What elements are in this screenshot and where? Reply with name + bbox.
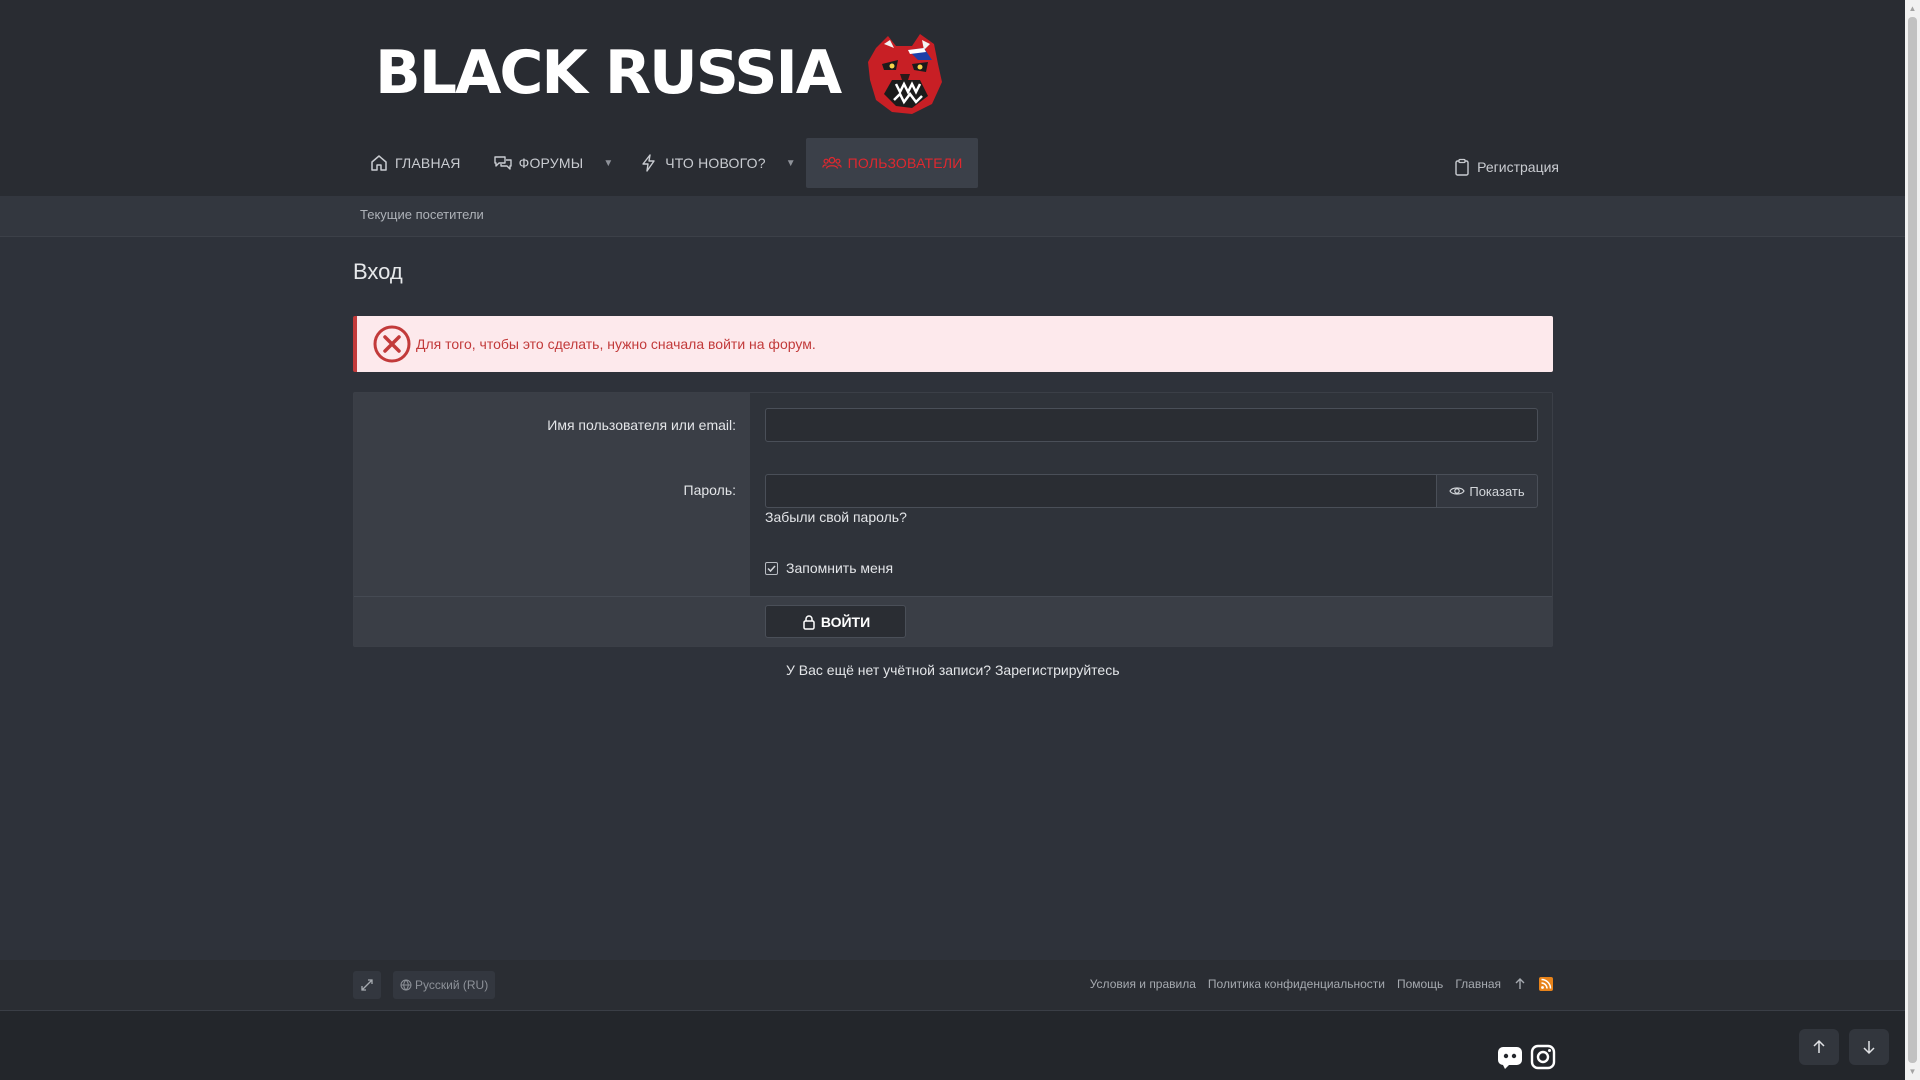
footer-link-home[interactable]: Главная (1455, 977, 1501, 991)
chevron-down-icon[interactable]: ▼ (599, 138, 623, 188)
footer-link-help[interactable]: Помощь (1397, 977, 1443, 991)
signup-link[interactable]: Зарегистрируйтесь (995, 662, 1120, 678)
bolt-icon (642, 154, 655, 172)
nav-item-label: Форумы (518, 155, 584, 171)
eye-icon (1449, 487, 1466, 495)
nav-item-forums[interactable]: Форумы (477, 138, 600, 188)
username-input[interactable] (765, 408, 1538, 442)
footer-bottom (0, 1011, 1905, 1080)
nav-item-whats-new[interactable]: Что нового? (623, 138, 781, 188)
remember-me-label: Запомнить меня (786, 560, 894, 576)
password-input[interactable] (765, 474, 1437, 508)
lock-icon (803, 614, 815, 630)
form-footer: ВОЙТИ (354, 596, 1552, 646)
globe-icon (400, 979, 412, 991)
footer-bar: Русский (RU) Условия и правила Политика … (0, 960, 1905, 1011)
expand-icon[interactable] (353, 971, 381, 999)
no-account-text: У Вас ещё нет учётной записи? Зарегистри… (786, 662, 1120, 678)
username-label: Имя пользователя или email: (547, 417, 736, 433)
logo-text: BLACK RUSSIA (375, 38, 842, 108)
users-icon (821, 156, 842, 169)
show-password-label: Показать (1469, 483, 1525, 499)
scrollbar-up-arrow[interactable]: ▲ (1905, 0, 1920, 17)
instagram-icon[interactable] (1530, 1044, 1556, 1070)
home-icon (371, 155, 387, 171)
login-button-label: ВОЙТИ (820, 613, 871, 630)
footer-link-privacy[interactable]: Политика конфиденциальности (1208, 977, 1385, 991)
site-header: BLACK RUSSIA Главная Форумы ▼ (0, 0, 1905, 196)
discord-icon[interactable] (1497, 1044, 1523, 1070)
alert-text: Для того, чтобы это сделать, нужно снача… (416, 336, 816, 352)
arrow-down-icon (1863, 1041, 1875, 1055)
login-button[interactable]: ВОЙТИ (765, 605, 906, 638)
clipboard-icon (1455, 158, 1469, 176)
sub-navigation: Текущие посетители (0, 196, 1905, 237)
check-icon (767, 564, 776, 572)
forgot-password-link[interactable]: Забыли свой пароль? (765, 509, 907, 525)
site-logo[interactable]: BLACK RUSSIA (375, 28, 946, 118)
remember-me-checkbox[interactable]: Запомнить меня (765, 560, 893, 576)
rss-icon[interactable] (1539, 977, 1553, 991)
language-label: Русский (RU) (415, 978, 489, 992)
arrow-up-icon (1813, 1039, 1825, 1053)
scroll-top-button[interactable] (1799, 1029, 1839, 1065)
register-label: Регистрация (1477, 159, 1559, 175)
nav-item-members[interactable]: Пользователи (805, 138, 979, 188)
scroll-bottom-button[interactable] (1849, 1029, 1889, 1065)
form-labels-column: Имя пользователя или email: Пароль: (354, 393, 750, 596)
no-account-question: У Вас ещё нет учётной записи? (786, 662, 992, 678)
page-scrollbar[interactable]: ▲ ▼ (1905, 0, 1920, 1080)
footer-links: Условия и правила Политика конфиденциаль… (1090, 977, 1553, 991)
error-x-icon (373, 325, 411, 363)
show-password-button[interactable]: Показать (1437, 474, 1538, 508)
comments-icon (493, 156, 512, 170)
footer-link-terms[interactable]: Условия и правила (1090, 977, 1196, 991)
nav-item-label: Что нового? (665, 155, 766, 171)
nav-item-label: Главная (395, 155, 461, 171)
nav-item-home[interactable]: Главная (353, 138, 477, 188)
main-nav: Главная Форумы ▼ Что нового? ▼ Пользоват… (353, 138, 979, 188)
nav-item-label: Пользователи (847, 155, 963, 171)
error-alert: Для того, чтобы это сделать, нужно снача… (353, 316, 1553, 372)
bear-logo-icon (868, 34, 943, 114)
subnav-current-visitors[interactable]: Текущие посетители (360, 207, 484, 222)
language-selector[interactable]: Русский (RU) (393, 971, 496, 999)
chevron-down-icon[interactable]: ▼ (782, 138, 806, 188)
page-title: Вход (353, 259, 403, 284)
password-label: Пароль: (683, 482, 736, 498)
login-form: Имя пользователя или email: Пароль: Пока… (353, 392, 1553, 647)
checkbox-box[interactable] (765, 561, 778, 575)
expand-arrows-icon (361, 979, 373, 991)
register-link[interactable]: Регистрация (1453, 158, 1559, 176)
arrow-up-icon[interactable] (1513, 977, 1527, 991)
scrollbar-down-arrow[interactable]: ▼ (1905, 1063, 1920, 1080)
scrollbar-thumb[interactable] (1908, 17, 1917, 1063)
